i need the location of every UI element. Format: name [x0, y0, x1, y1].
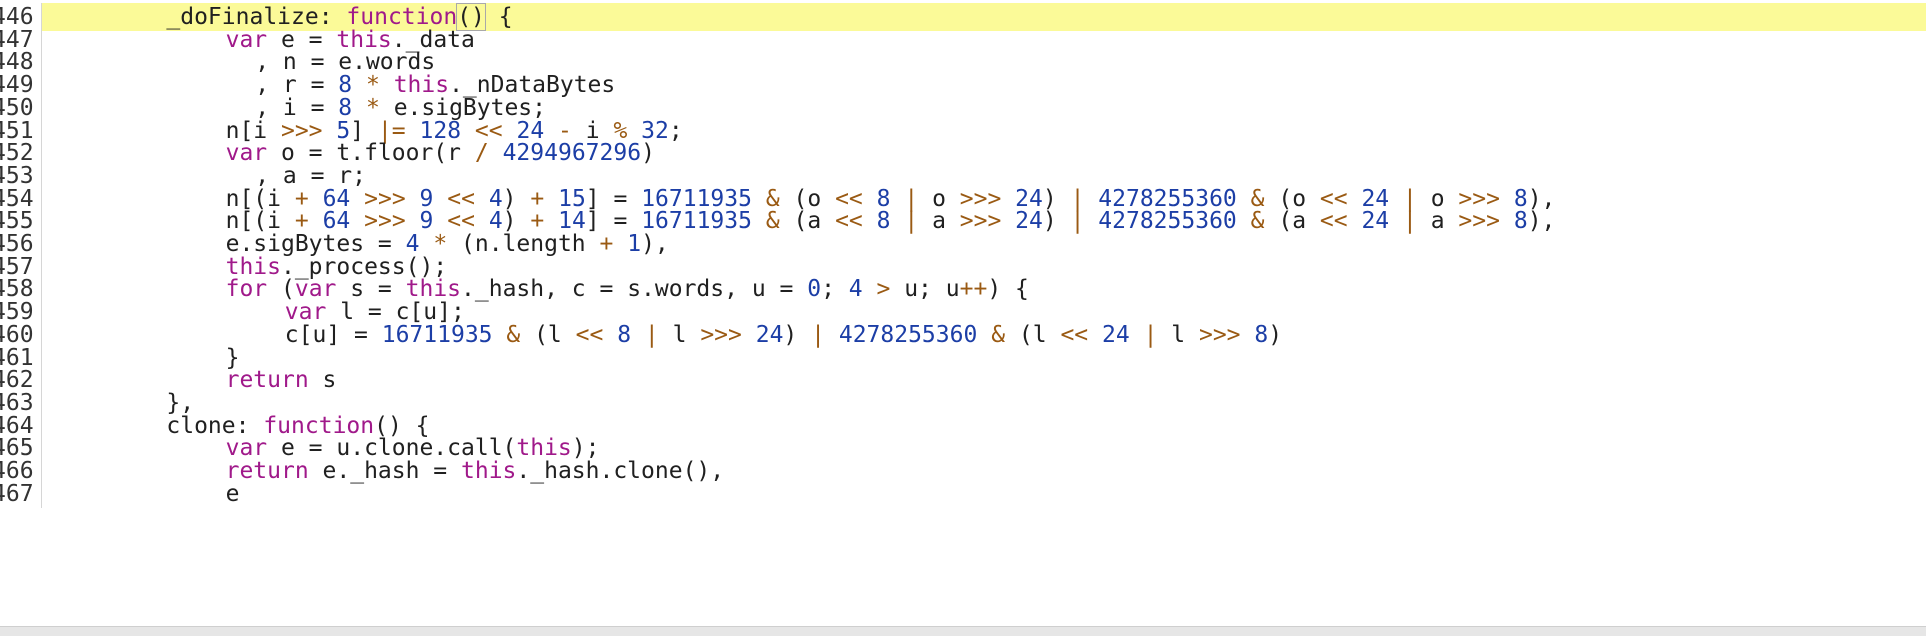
code-text: e — [42, 480, 1926, 508]
horizontal-scrollbar[interactable] — [0, 626, 1926, 636]
editor-top-edge — [0, 0, 1926, 2]
line-number[interactable]: 467 — [0, 479, 42, 508]
line-number-text: 467 — [0, 480, 34, 507]
code-editor[interactable]: 446_doFinalize: function() {447var e = t… — [0, 0, 1926, 636]
code-line[interactable]: 467 e — [0, 479, 1926, 508]
code-token: e — [225, 480, 240, 507]
